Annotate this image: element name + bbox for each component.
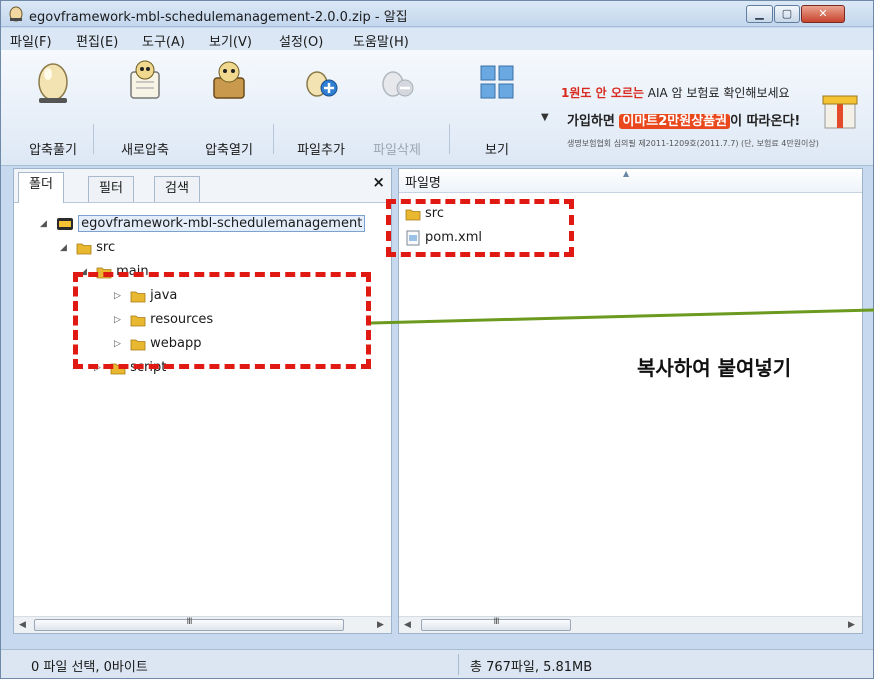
tree-item-label: egovframework-mbl-schedulemanagement [78,215,366,232]
menu-bar: 파일(F) 편집(E) 도구(A) 보기(V) 설정(O) 도움말(H) [1,28,873,50]
maximize-icon: ▢ [781,7,793,20]
annotation-label: 복사하여 붙여넣기 [637,356,792,380]
ad-line-2-prefix: 가입하면 [567,114,620,129]
tree-item-src[interactable]: ◢ src [60,238,115,260]
close-icon: ✕ [818,7,828,20]
ad-line-1: 1원도 안 오르는 AIA 암 보험료 확인해보세요 [561,84,790,101]
scrollbar-thumb[interactable]: III [421,617,571,631]
ad-line-1-highlight: 1원도 안 오르는 [561,86,644,100]
view-grid-icon [480,65,514,99]
zip-archive-icon [57,217,74,230]
sort-ascending-icon: ▲ [623,169,630,178]
add-files-label: 파일추가 [297,143,345,158]
ad-line-2-highlight: 이마트2만원상품권 [619,114,731,129]
new-archive-icon [130,60,160,99]
archive-total-status: 총 767파일, 5.81MB [470,660,593,675]
status-divider [458,654,459,675]
ad-line-3: 생명보험협회 심의필 제2011-1209호(2011.7.7) (단, 보험료… [567,139,819,148]
annotation-target-box [386,199,574,257]
menu-file[interactable]: 파일(F) [10,31,52,50]
column-header-name[interactable]: 파일명 ▲ [399,169,862,193]
delete-files-button[interactable]: 파일삭제 [361,56,433,160]
menu-settings[interactable]: 설정(O) [279,31,323,50]
new-archive-button[interactable]: 새로압축 [105,56,185,160]
view-button[interactable]: 보기 [465,56,529,160]
selection-status: 0 파일 선택, 0바이트 [31,660,148,675]
title-bar[interactable]: egovframework-mbl-schedulemanagement-2.0… [1,1,873,27]
new-archive-label: 새로압축 [121,143,169,158]
extract-label: 압축풀기 [29,143,77,158]
scroll-right-icon[interactable]: ▶ [843,617,860,633]
close-button[interactable]: ✕ [801,5,845,23]
tab-folder[interactable]: 폴더 [18,172,64,203]
scroll-right-icon[interactable]: ▶ [372,617,389,633]
menu-tools[interactable]: 도구(A) [142,31,185,50]
tab-search[interactable]: 검색 [154,176,200,202]
scroll-left-icon[interactable]: ◀ [14,617,31,633]
filelist-horizontal-scrollbar[interactable]: ◀ III ▶ [399,616,862,633]
scrollbar-thumb[interactable]: III [34,617,344,631]
toolbar-separator [449,124,450,154]
tab-filter[interactable]: 필터 [88,176,134,202]
maximize-button[interactable]: ▢ [774,5,800,23]
gift-card-icon [822,95,858,129]
add-files-icon [306,71,338,97]
view-label: 보기 [485,143,509,158]
ad-line-2: 가입하면 이마트2만원상품권 이 따라온다! [567,110,800,129]
folder-tree-pane: 폴더 필터 검색 × ◢ egovframework-mbl-schedulem… [13,168,392,634]
menu-edit[interactable]: 편집(E) [76,31,118,50]
tree-item-label: src [96,240,116,255]
toolbar: 압축풀기 새로압축 압축열기 파일추가 파일삭제 보기 ▼ 1원도 안 오르는 … [1,50,873,166]
alzip-app-icon [9,6,23,22]
minimize-button[interactable]: ▁ [746,5,773,23]
minimize-icon: ▁ [755,7,764,20]
column-header-label: 파일명 [405,176,441,191]
status-bar: 0 파일 선택, 0바이트 총 767파일, 5.81MB [1,649,873,678]
scroll-left-icon[interactable]: ◀ [399,617,416,633]
tree-item-archive-root[interactable]: ◢ egovframework-mbl-schedulemanagement [40,214,366,236]
toolbar-separator [93,124,94,154]
open-archive-label: 압축열기 [205,143,253,158]
open-archive-icon [213,61,245,99]
ad-line-1-text: AIA 암 보험료 확인해보세요 [643,86,790,100]
delete-files-icon [382,71,414,97]
delete-files-label: 파일삭제 [373,143,421,158]
scroll-grip: III [493,617,500,627]
collapse-arrow-icon[interactable]: ◢ [40,214,52,234]
menu-view[interactable]: 보기(V) [209,31,252,50]
ad-line-2-suffix: 이 따라온다! [730,114,801,129]
pane-close-icon[interactable]: × [372,173,385,191]
toolbar-separator [273,124,274,154]
menu-help[interactable]: 도움말(H) [353,31,409,50]
collapse-arrow-icon[interactable]: ◢ [60,238,72,258]
add-files-button[interactable]: 파일추가 [285,56,357,160]
egg-extract-icon [38,63,68,103]
window-title: egovframework-mbl-schedulemanagement-2.0… [29,10,408,25]
view-dropdown-icon[interactable]: ▼ [541,112,549,123]
folder-icon [76,243,92,254]
open-archive-button[interactable]: 압축열기 [193,56,265,160]
scroll-grip: III [186,617,193,627]
extract-button[interactable]: 압축풀기 [19,56,87,160]
ad-banner[interactable]: 1원도 안 오르는 AIA 암 보험료 확인해보세요 가입하면 이마트2만원상품… [561,80,867,160]
pane-tabs: 폴더 필터 검색 × [14,169,391,203]
tree-horizontal-scrollbar[interactable]: ◀ III ▶ [14,616,391,633]
annotation-source-box [73,272,371,369]
